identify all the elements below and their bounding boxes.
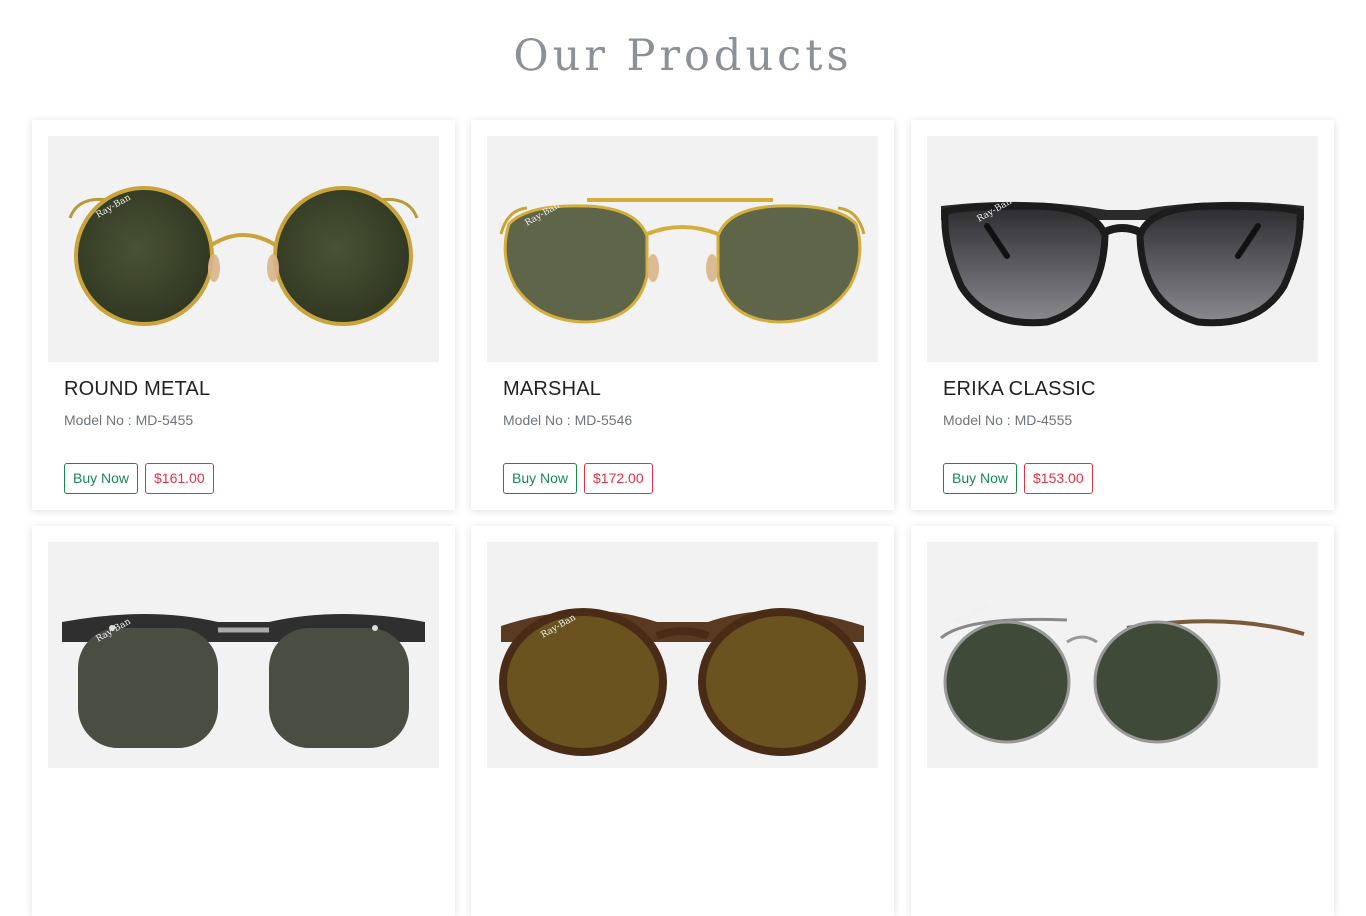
page-title: Our Products	[513, 31, 853, 81]
product-card: Ray-Ban ROUND METAL Model No : MD-5455 B…	[32, 120, 455, 510]
product-image-round-metal[interactable]: Ray-Ban	[48, 136, 439, 362]
product-model: Model No : MD-5546	[503, 412, 633, 428]
product-image-tortoise-round[interactable]: Ray-Ban	[487, 542, 878, 768]
price-button[interactable]: $172.00	[584, 463, 653, 494]
product-image-erika-classic[interactable]: Ray-Ban	[927, 136, 1318, 362]
product-card: Ray-Ban	[471, 526, 894, 916]
product-card: Ray-Ban	[32, 526, 455, 916]
price-button[interactable]: $153.00	[1024, 463, 1093, 494]
product-image-clubmaster[interactable]: Ray-Ban	[48, 542, 439, 768]
product-card: Ray-Ban	[911, 526, 1334, 916]
buy-now-button[interactable]: Buy Now	[503, 463, 578, 494]
product-image-marshal[interactable]: Ray-Ban	[487, 136, 878, 362]
product-model: Model No : MD-4555	[943, 412, 1073, 428]
product-card: Ray-Ban ERIKA CLASSIC Model No : MD-4555…	[911, 120, 1334, 510]
product-model: Model No : MD-5455	[64, 412, 194, 428]
product-name: MARSHAL	[503, 378, 602, 400]
product-name: ERIKA CLASSIC	[943, 378, 1096, 400]
product-name: ROUND METAL	[64, 378, 211, 400]
buy-now-button[interactable]: Buy Now	[64, 463, 139, 494]
buy-now-button[interactable]: Buy Now	[943, 463, 1018, 494]
product-image-aviator[interactable]: Ray-Ban	[927, 542, 1318, 768]
price-button[interactable]: $161.00	[145, 463, 214, 494]
product-card: Ray-Ban MARSHAL Model No : MD-5546 Buy N…	[471, 120, 894, 510]
